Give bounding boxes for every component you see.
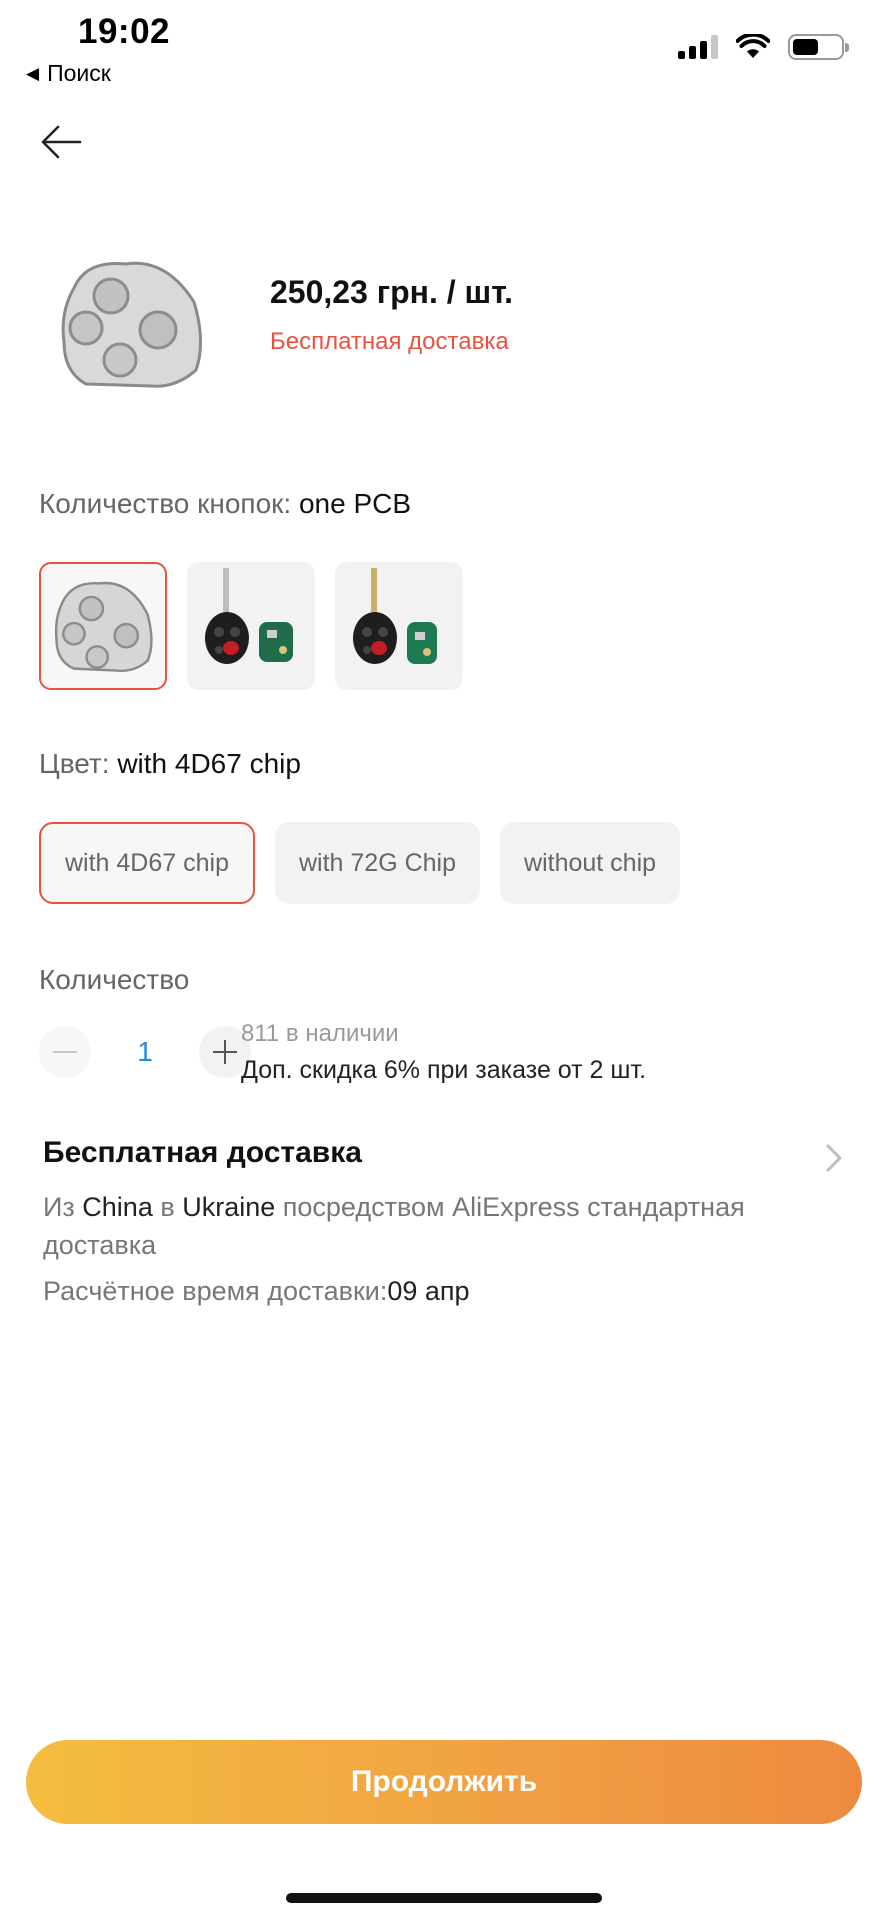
color-option-label-text: Цвет: <box>39 748 118 779</box>
back-app-label: Поиск <box>47 60 111 86</box>
delivery-info-row[interactable]: Бесплатная доставка Из China в Ukraine п… <box>43 1136 843 1307</box>
status-icons <box>678 34 849 60</box>
color-chips: with 4D67 chip with 72G Chip without chi… <box>39 822 681 904</box>
color-option-label: Цвет: with 4D67 chip <box>39 748 301 780</box>
back-arrow-icon[interactable] <box>38 118 86 166</box>
delivery-route: Из China в Ukraine посредством AliExpres… <box>43 1188 803 1264</box>
route-to: Ukraine <box>182 1192 276 1222</box>
delivery-title: Бесплатная доставка <box>43 1136 362 1169</box>
battery-icon <box>788 34 849 60</box>
bulk-discount-note: Доп. скидка 6% при заказе от 2 шт. <box>241 1056 647 1084</box>
status-time: 19:02 <box>78 12 171 51</box>
flip-key-with-pcb-image <box>205 568 293 664</box>
quantity-value[interactable]: 1 <box>91 1036 199 1068</box>
key-fob-pcb-image <box>54 581 153 673</box>
flip-key-with-pcb-image <box>353 568 437 664</box>
wifi-icon <box>736 34 770 58</box>
quantity-label: Количество <box>39 964 190 995</box>
buttons-option-label-text: Количество кнопок: <box>39 488 299 519</box>
continue-button[interactable]: Продолжить <box>26 1740 862 1824</box>
chip-without-chip[interactable]: without chip <box>500 822 681 904</box>
buttons-variant-tiles <box>39 562 463 690</box>
delivery-eta: Расчётное время доставки:09 апр <box>43 1276 843 1307</box>
quantity-stepper: 1 <box>39 1026 251 1078</box>
eta-label: Расчётное время доставки: <box>43 1276 388 1306</box>
chip-with-4d67-chip[interactable]: with 4D67 chip <box>39 822 255 904</box>
buttons-option-selected-value: one PCB <box>298 488 412 519</box>
chip-with-72g-chip[interactable]: with 72G Chip <box>274 822 481 904</box>
route-from: China <box>82 1192 153 1222</box>
quantity-decrease-button[interactable] <box>39 1026 91 1078</box>
variant-tile-one-pcb[interactable] <box>39 562 167 690</box>
cellular-signal-icon <box>678 35 718 59</box>
color-option-selected-value: with 4D67 chip <box>117 748 301 779</box>
product-thumbnail-image <box>61 261 203 388</box>
stock-count: 811 в наличии <box>241 1020 399 1047</box>
route-in: в <box>152 1192 183 1222</box>
home-indicator <box>286 1893 602 1903</box>
route-prefix: Из <box>43 1192 83 1222</box>
variant-tile-key-2[interactable] <box>187 562 315 690</box>
eta-value: 09 апр <box>387 1276 470 1306</box>
buttons-option-label: Количество кнопок: one PCB <box>39 488 411 520</box>
variant-tile-key-3[interactable] <box>335 562 463 690</box>
product-price: 250,23 грн. / шт. <box>270 274 513 310</box>
free-shipping-badge: Бесплатная доставка <box>270 328 509 355</box>
back-triangle-icon: ◀ <box>26 63 40 83</box>
chevron-right-icon <box>826 1144 842 1172</box>
back-to-app-link[interactable]: ◀ Поиск <box>26 60 111 87</box>
